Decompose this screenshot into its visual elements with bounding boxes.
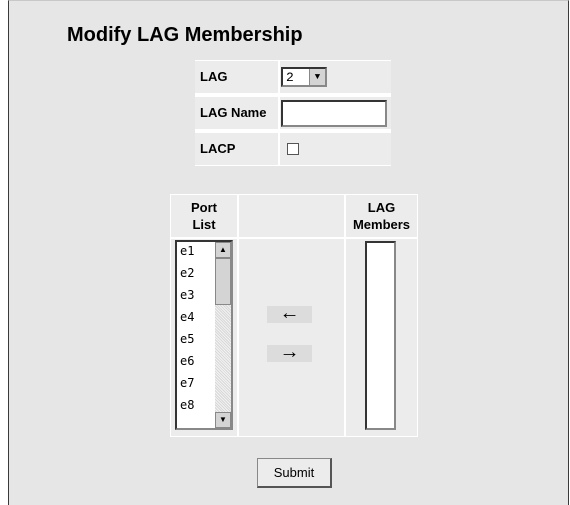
list-item[interactable]: e5 [180,332,194,346]
lag-row: LAG 2 ▼ [195,60,391,94]
lag-name-label: LAG Name [195,97,278,129]
lag-name-row: LAG Name [195,96,391,130]
port-list-listbox[interactable]: e1 e2 e3 e4 e5 e6 e7 e8 ▲ ▼ [175,240,233,430]
list-item[interactable]: e4 [180,310,194,324]
list-item[interactable]: e8 [180,398,194,412]
lag-label: LAG [195,61,278,93]
list-item[interactable]: e6 [180,354,194,368]
port-list-header: Port List [171,195,237,237]
port-list-header-text: Port List [191,200,217,232]
list-item[interactable]: e2 [180,266,194,280]
lag-select-value: 2 [286,70,294,85]
lacp-label: LACP [195,133,278,165]
triangle-down-icon[interactable]: ▼ [215,412,231,428]
submit-button[interactable]: Submit [257,458,332,488]
lag-form-table: LAG 2 ▼ LAG Name LACP [195,60,391,166]
lag-name-input[interactable] [281,100,387,127]
lag-members-listbox[interactable] [365,241,396,430]
lacp-row: LACP [195,132,391,166]
chevron-down-icon[interactable]: ▼ [309,69,325,85]
scrollbar-thumb[interactable] [215,258,231,305]
triangle-up-icon[interactable]: ▲ [215,242,231,258]
lacp-checkbox[interactable] [287,143,299,155]
list-item[interactable]: e1 [180,244,194,258]
move-buttons-cell [239,239,344,436]
list-item[interactable]: e3 [180,288,194,302]
lag-members-header-text: LAG Members [352,200,411,232]
lag-members-header: LAG Members [346,195,417,237]
page-title: Modify LAG Membership [67,24,303,46]
add-to-port-list-button[interactable]: ← [267,303,312,323]
add-to-lag-members-button[interactable]: → [267,342,312,362]
lag-select[interactable]: 2 ▼ [281,67,327,87]
list-item[interactable]: e7 [180,376,194,390]
middle-header [239,195,344,237]
port-list-scrollbar[interactable]: ▲ ▼ [215,242,231,428]
